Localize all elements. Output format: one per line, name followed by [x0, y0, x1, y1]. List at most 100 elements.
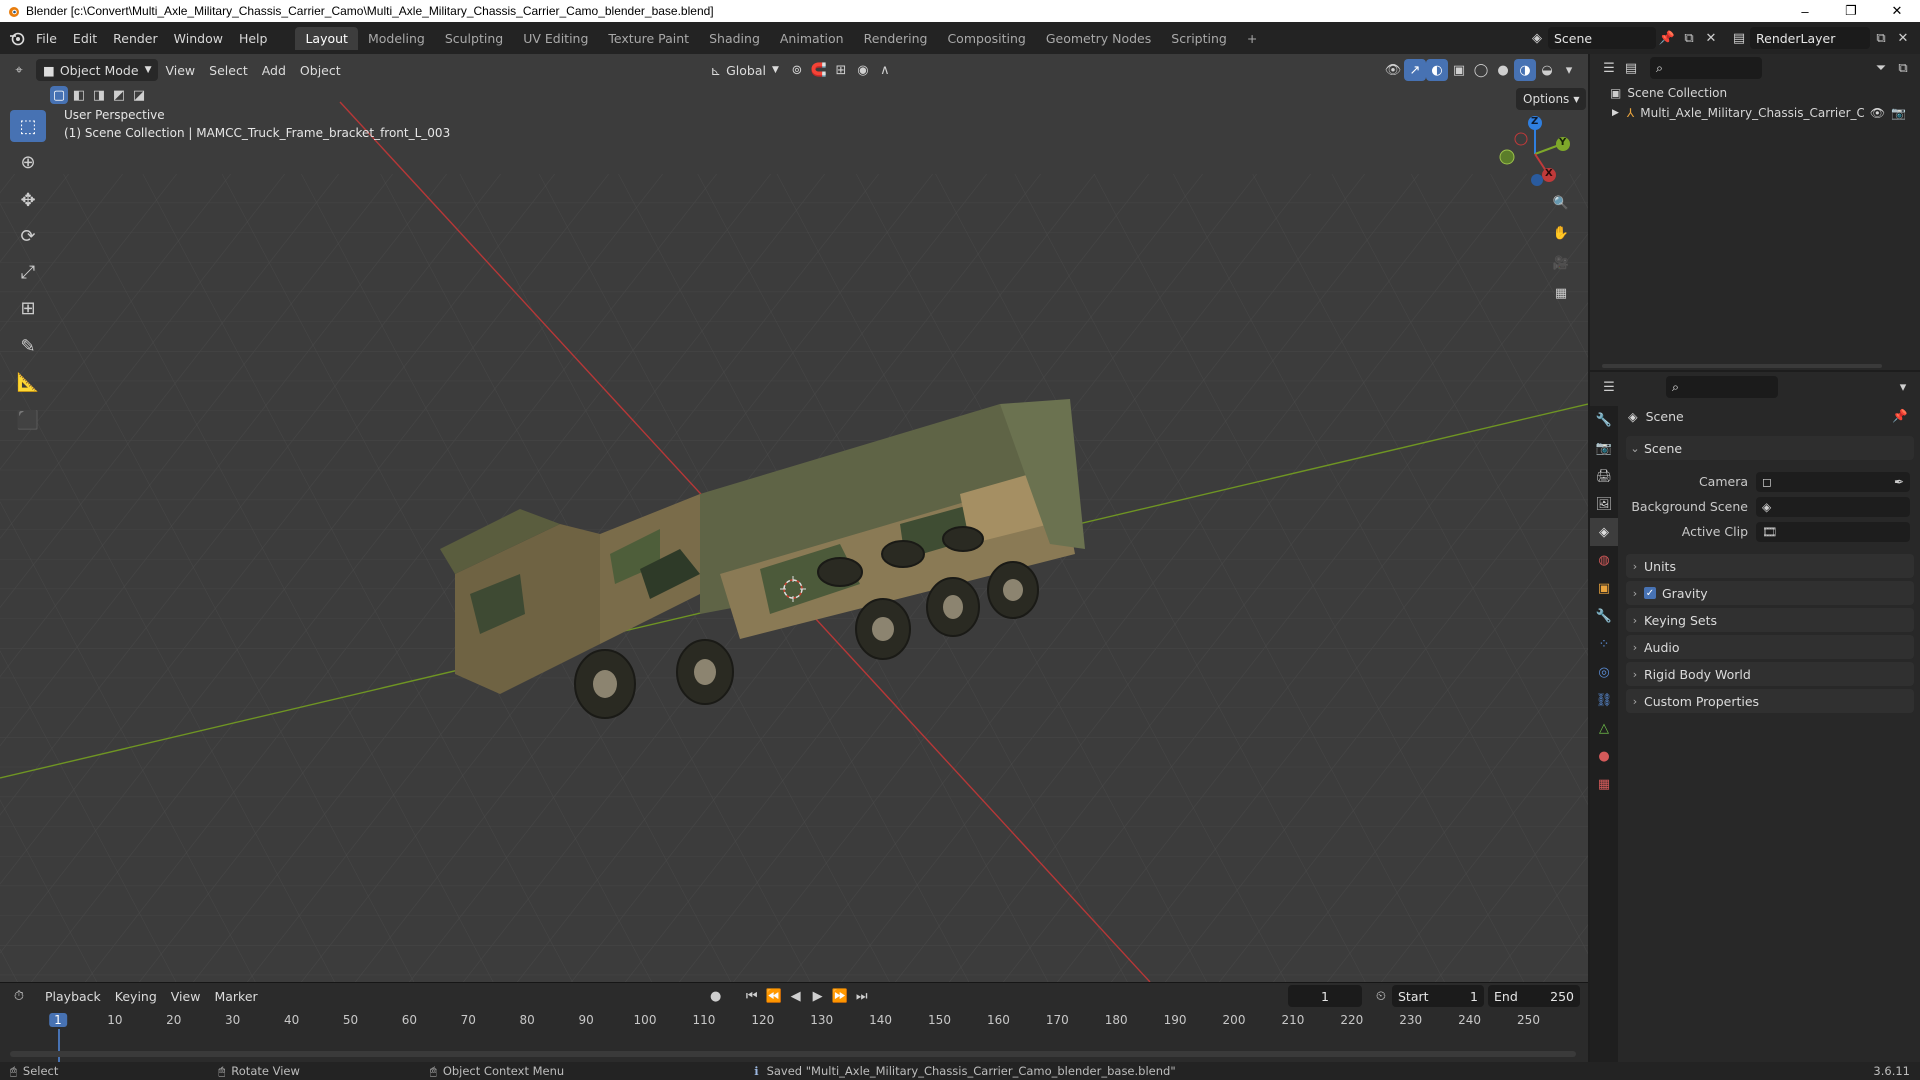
- view-layer-field[interactable]: RenderLayer: [1750, 27, 1870, 49]
- pin-scene-icon[interactable]: 📌: [1656, 27, 1678, 49]
- viewport-scene[interactable]: [0, 54, 1588, 982]
- select-extend-icon[interactable]: ◧: [70, 86, 88, 104]
- visibility-filter-icon[interactable]: 👁: [1382, 59, 1404, 81]
- gravity-panel[interactable]: › ✓ Gravity: [1626, 581, 1914, 605]
- physics-tab-icon[interactable]: ◎: [1590, 658, 1618, 686]
- play-icon[interactable]: ▶: [807, 985, 829, 1007]
- tab-uv-editing[interactable]: UV Editing: [513, 27, 598, 50]
- solid-shading-icon[interactable]: ●: [1492, 59, 1514, 81]
- scene-panel-header[interactable]: ⌄ Scene: [1626, 436, 1914, 460]
- tab-scripting[interactable]: Scripting: [1161, 27, 1237, 50]
- wireframe-shading-icon[interactable]: ◯: [1470, 59, 1492, 81]
- outliner-item[interactable]: ▶ ⅄ Multi_Axle_Military_Chassis_Carrier_…: [1612, 106, 1912, 120]
- new-collection-icon[interactable]: ⧉: [1892, 57, 1914, 79]
- new-view-layer-icon[interactable]: ⧉: [1870, 27, 1892, 49]
- background-scene-field[interactable]: ◈: [1756, 497, 1910, 517]
- delete-view-layer-icon[interactable]: ✕: [1892, 27, 1914, 49]
- outliner-scene-collection[interactable]: ▣ Scene Collection: [1610, 86, 1727, 100]
- timeline-menu-keying[interactable]: Keying: [108, 985, 164, 1007]
- minimize-button[interactable]: –: [1782, 0, 1828, 22]
- editor-type-icon[interactable]: ⌖: [8, 59, 30, 81]
- select-box-tool-icon[interactable]: ⬚: [10, 110, 46, 142]
- mode-selector[interactable]: ■ Object Mode ▼: [36, 59, 159, 81]
- tab-compositing[interactable]: Compositing: [937, 27, 1035, 50]
- render-tab-icon[interactable]: 📷: [1590, 434, 1618, 462]
- menu-file[interactable]: File: [28, 31, 65, 46]
- show-overlays-icon[interactable]: ◐: [1426, 59, 1448, 81]
- current-frame-field[interactable]: 1: [1288, 985, 1362, 1007]
- camera-render-icon[interactable]: 📷: [1891, 106, 1906, 120]
- jump-keyframe-back-icon[interactable]: ⏪: [763, 985, 785, 1007]
- filter-icon[interactable]: ⏷: [1870, 57, 1892, 79]
- audio-panel[interactable]: › Audio: [1626, 635, 1914, 659]
- zoom-icon[interactable]: 🔍: [1550, 192, 1572, 214]
- falloff-icon[interactable]: ∧: [874, 59, 896, 81]
- jump-end-icon[interactable]: ⏭: [851, 985, 873, 1007]
- constraints-tab-icon[interactable]: ⛓: [1590, 686, 1618, 714]
- measure-tool-icon[interactable]: 📐: [10, 366, 46, 398]
- eyedropper-icon[interactable]: ✒: [1894, 475, 1904, 489]
- outliner-editor-type-icon[interactable]: ☰: [1598, 57, 1620, 79]
- snap-icon[interactable]: 🧲: [808, 59, 830, 81]
- texture-tab-icon[interactable]: ▦: [1590, 770, 1618, 798]
- play-reverse-icon[interactable]: ◀: [785, 985, 807, 1007]
- view-layer-icon[interactable]: ▤: [1728, 27, 1750, 49]
- proportional-editing-icon[interactable]: ◉: [852, 59, 874, 81]
- end-frame-field[interactable]: End 250: [1488, 985, 1580, 1007]
- gravity-checkbox[interactable]: ✓: [1644, 587, 1656, 599]
- cursor-tool-icon[interactable]: ⊕: [10, 146, 46, 178]
- delete-scene-icon[interactable]: ✕: [1700, 27, 1722, 49]
- jump-start-icon[interactable]: ⏮: [741, 985, 763, 1007]
- timeline-menu-view[interactable]: View: [164, 985, 208, 1007]
- timeline-menu-playback[interactable]: Playback: [38, 985, 108, 1007]
- timeline-menu-marker[interactable]: Marker: [207, 985, 264, 1007]
- material-preview-icon[interactable]: ◑: [1514, 59, 1536, 81]
- transform-orientation-selector[interactable]: ⊾ Global ▼: [704, 59, 786, 81]
- xray-icon[interactable]: ▣: [1448, 59, 1470, 81]
- units-panel[interactable]: › Units: [1626, 554, 1914, 578]
- rendered-shading-icon[interactable]: ◒: [1536, 59, 1558, 81]
- select-new-icon[interactable]: ▢: [50, 86, 68, 104]
- transform-tool-icon[interactable]: ⊞: [10, 292, 46, 324]
- close-button[interactable]: ✕: [1874, 0, 1920, 22]
- 3d-viewport[interactable]: Z Y X ⌖ ■ Object Mode ▼ View Select Add …: [0, 54, 1588, 982]
- shading-options-icon[interactable]: ▾: [1558, 59, 1580, 81]
- select-subtract-icon[interactable]: ◨: [90, 86, 108, 104]
- tab-geometry-nodes[interactable]: Geometry Nodes: [1036, 27, 1161, 50]
- jump-keyframe-forward-icon[interactable]: ⏩: [829, 985, 851, 1007]
- tab-layout[interactable]: Layout: [295, 26, 358, 50]
- pivot-point-icon[interactable]: ⊚: [786, 59, 808, 81]
- modifier-tab-icon[interactable]: 🔧: [1590, 602, 1618, 630]
- tab-modeling[interactable]: Modeling: [358, 27, 435, 50]
- scale-tool-icon[interactable]: ⤢: [10, 256, 46, 288]
- viewport-menu-add[interactable]: Add: [255, 59, 293, 81]
- timeline-ruler[interactable]: 1 10 20 30 40 50 60 70 80 90 100 110 120 130 140 150 160…: [0, 1013, 1580, 1063]
- start-frame-field[interactable]: Start 1: [1392, 985, 1484, 1007]
- maximize-button[interactable]: ❐: [1828, 0, 1874, 22]
- select-invert-icon[interactable]: ◩: [110, 86, 128, 104]
- timeline-editor-type-icon[interactable]: ⏱: [8, 985, 30, 1007]
- camera-field[interactable]: ◻ ✒: [1756, 472, 1910, 492]
- display-mode-icon[interactable]: ▤: [1620, 57, 1642, 79]
- pin-icon[interactable]: 📌: [1892, 408, 1908, 424]
- tool-tab-icon[interactable]: 🔧: [1590, 406, 1618, 434]
- pan-hand-icon[interactable]: ✋: [1550, 222, 1572, 244]
- blender-menu-icon[interactable]: [6, 27, 28, 49]
- properties-search-input[interactable]: ⌕: [1666, 376, 1778, 398]
- move-tool-icon[interactable]: ✥: [10, 184, 46, 216]
- view-layer-tab-icon[interactable]: 🖼: [1590, 490, 1618, 518]
- data-tab-icon[interactable]: △: [1590, 714, 1618, 742]
- timeline-scrollbar[interactable]: [10, 1051, 1576, 1057]
- rotate-tool-icon[interactable]: ⟳: [10, 220, 46, 252]
- snap-target-icon[interactable]: ⊞: [830, 59, 852, 81]
- eye-visibility-icon[interactable]: 👁: [1870, 106, 1885, 120]
- object-tab-icon[interactable]: ▣: [1590, 574, 1618, 602]
- scene-name-field[interactable]: Scene: [1548, 27, 1656, 49]
- annotate-tool-icon[interactable]: ✎: [10, 330, 46, 362]
- tab-sculpting[interactable]: Sculpting: [435, 27, 513, 50]
- scene-tab-icon[interactable]: ◈: [1590, 518, 1618, 546]
- scene-selector-icon[interactable]: ◈: [1526, 27, 1548, 49]
- add-workspace-button[interactable]: +: [1237, 27, 1267, 50]
- menu-render[interactable]: Render: [105, 31, 166, 46]
- world-tab-icon[interactable]: ◍: [1590, 546, 1618, 574]
